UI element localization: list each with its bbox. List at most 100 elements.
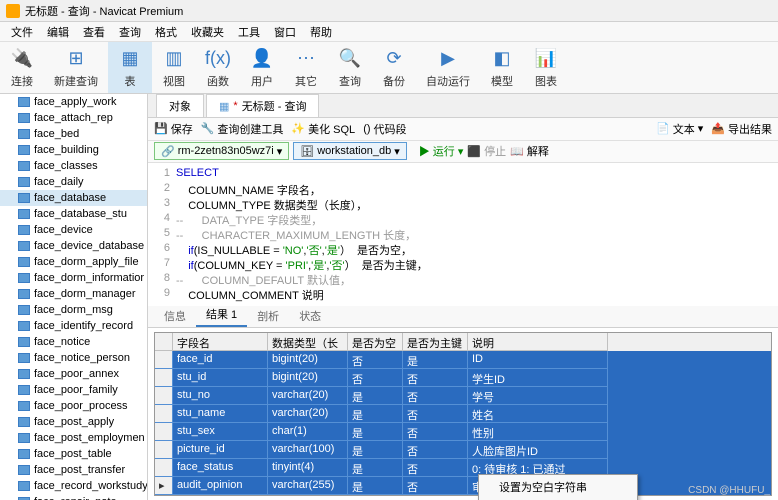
grid-row[interactable]: face_statustinyint(4)是否0: 待审核 1: 已通过 <box>155 459 771 477</box>
grid-row[interactable]: picture_idvarchar(100)是否人脸库图片ID <box>155 441 771 459</box>
grid-cell[interactable]: tinyint(4) <box>268 459 348 477</box>
grid-cell[interactable]: 是 <box>348 477 403 495</box>
sidebar-item[interactable]: face_database <box>0 190 147 206</box>
menu-item[interactable]: 查询 <box>112 24 148 40</box>
sidebar-item[interactable]: face_device <box>0 222 147 238</box>
text-button[interactable]: 📄 文本 ▾ <box>656 121 703 137</box>
grid-row[interactable]: stu_novarchar(20)是否学号 <box>155 387 771 405</box>
run-button[interactable]: ▶ 运行 ▾ <box>419 143 464 159</box>
grid-cell[interactable]: face_status <box>173 459 268 477</box>
tool-用户[interactable]: 👤用户 <box>240 42 284 93</box>
menu-item[interactable]: 文件 <box>4 24 40 40</box>
grid-cell[interactable]: 否 <box>403 441 468 459</box>
grid-cell[interactable]: face_id <box>173 351 268 369</box>
grid-cell[interactable]: 否 <box>348 369 403 387</box>
grid-cell[interactable]: varchar(20) <box>268 387 348 405</box>
explain-button[interactable]: 📖 解释 <box>510 143 549 159</box>
grid-cell[interactable]: 是 <box>403 351 468 369</box>
grid-cell[interactable]: char(1) <box>268 423 348 441</box>
save-button[interactable]: 💾 保存 <box>154 121 193 137</box>
stop-button[interactable]: ⬛ 停止 <box>467 143 506 159</box>
col-header[interactable]: 说明 <box>468 333 608 351</box>
sidebar-item[interactable]: face_identify_record <box>0 318 147 334</box>
sidebar-item[interactable]: face_dorm_manager <box>0 286 147 302</box>
tool-图表[interactable]: 📊图表 <box>524 42 568 93</box>
menu-item[interactable]: 工具 <box>231 24 267 40</box>
sidebar-item[interactable]: face_poor_annex <box>0 366 147 382</box>
sidebar-item[interactable]: face_post_transfer <box>0 462 147 478</box>
grid-cell[interactable]: 姓名 <box>468 405 608 423</box>
menu-item[interactable]: 收藏夹 <box>184 24 231 40</box>
grid-row[interactable]: stu_idbigint(20)否否学生ID <box>155 369 771 387</box>
tool-视图[interactable]: ▥视图 <box>152 42 196 93</box>
tool-自动运行[interactable]: ▶自动运行 <box>416 42 480 93</box>
grid-cell[interactable]: 否 <box>348 351 403 369</box>
sidebar-item[interactable]: face_building <box>0 142 147 158</box>
grid-cell[interactable]: stu_name <box>173 405 268 423</box>
sidebar-item[interactable]: face_classes <box>0 158 147 174</box>
tab-status[interactable]: 状态 <box>289 305 331 327</box>
grid-cell[interactable]: stu_sex <box>173 423 268 441</box>
sidebar-item[interactable]: face_poor_process <box>0 398 147 414</box>
result-grid[interactable]: 字段名数据类型（长是否为空是否为主键说明face_idbigint(20)否是I… <box>154 332 772 496</box>
tab-query[interactable]: ▦*无标题 - 查询 <box>206 94 319 117</box>
menu-item[interactable]: 帮助 <box>303 24 339 40</box>
tool-查询[interactable]: 🔍查询 <box>328 42 372 93</box>
grid-row[interactable]: ▸audit_opinionvarchar(255)是否审核意见 <box>155 477 771 495</box>
grid-cell[interactable]: stu_id <box>173 369 268 387</box>
menu-item[interactable]: 编辑 <box>40 24 76 40</box>
menu-item[interactable]: 格式 <box>148 24 184 40</box>
grid-cell[interactable]: 是 <box>348 423 403 441</box>
tool-其它[interactable]: ⋯其它 <box>284 42 328 93</box>
query-builder-button[interactable]: 🔧 查询创建工具 <box>201 121 284 137</box>
tab-result[interactable]: 结果 1 <box>196 303 247 327</box>
tool-备份[interactable]: ⟳备份 <box>372 42 416 93</box>
grid-cell[interactable]: 学号 <box>468 387 608 405</box>
grid-cell[interactable] <box>155 369 173 387</box>
grid-cell[interactable] <box>155 351 173 369</box>
grid-cell[interactable]: 性别 <box>468 423 608 441</box>
sidebar-item[interactable]: face_dorm_apply_file <box>0 254 147 270</box>
grid-cell[interactable]: 否 <box>403 477 468 495</box>
server-dropdown[interactable]: 🔗 rm-2zetn83n05wz7i ▾ <box>154 142 289 160</box>
tab-info[interactable]: 信息 <box>154 305 196 327</box>
sidebar-item[interactable]: face_notice <box>0 334 147 350</box>
menu-item[interactable]: 窗口 <box>267 24 303 40</box>
grid-cell[interactable]: 否 <box>403 387 468 405</box>
grid-cell[interactable]: 人脸库图片ID <box>468 441 608 459</box>
grid-cell[interactable]: 是 <box>348 387 403 405</box>
grid-cell[interactable]: 否 <box>403 405 468 423</box>
sidebar-item[interactable]: face_apply_work <box>0 94 147 110</box>
sidebar-item[interactable]: face_daily <box>0 174 147 190</box>
grid-cell[interactable]: varchar(20) <box>268 405 348 423</box>
tool-模型[interactable]: ◧模型 <box>480 42 524 93</box>
sidebar-item[interactable]: face_poor_family <box>0 382 147 398</box>
grid-row[interactable]: stu_namevarchar(20)是否姓名 <box>155 405 771 423</box>
grid-cell[interactable]: bigint(20) <box>268 351 348 369</box>
col-header[interactable]: 数据类型（长 <box>268 333 348 351</box>
grid-cell[interactable]: 是 <box>348 459 403 477</box>
sidebar-item[interactable]: face_post_employmen <box>0 430 147 446</box>
grid-cell[interactable] <box>155 405 173 423</box>
tab-profile[interactable]: 剖析 <box>247 305 289 327</box>
database-dropdown[interactable]: 🗄 workstation_db ▾ <box>293 142 407 160</box>
sidebar-item[interactable]: face_bed <box>0 126 147 142</box>
grid-row[interactable]: face_idbigint(20)否是ID <box>155 351 771 369</box>
ctx-item[interactable]: 设置为空白字符串 <box>479 475 637 499</box>
grid-cell[interactable]: picture_id <box>173 441 268 459</box>
object-sidebar[interactable]: face_apply_workface_attach_repface_bedfa… <box>0 94 148 500</box>
grid-cell[interactable]: 否 <box>403 459 468 477</box>
grid-cell[interactable]: stu_no <box>173 387 268 405</box>
sidebar-item[interactable]: face_device_database <box>0 238 147 254</box>
sidebar-item[interactable]: face_database_stu <box>0 206 147 222</box>
grid-row[interactable]: stu_sexchar(1)是否性别 <box>155 423 771 441</box>
grid-cell[interactable]: 否 <box>403 423 468 441</box>
grid-cell[interactable]: varchar(255) <box>268 477 348 495</box>
col-header[interactable]: 是否为主键 <box>403 333 468 351</box>
col-header[interactable]: 是否为空 <box>348 333 403 351</box>
tool-函数[interactable]: f(x)函数 <box>196 42 240 93</box>
grid-cell[interactable]: 是 <box>348 405 403 423</box>
sidebar-item[interactable]: face_post_table <box>0 446 147 462</box>
grid-cell[interactable]: audit_opinion <box>173 477 268 495</box>
sidebar-item[interactable]: face_dorm_informatior <box>0 270 147 286</box>
